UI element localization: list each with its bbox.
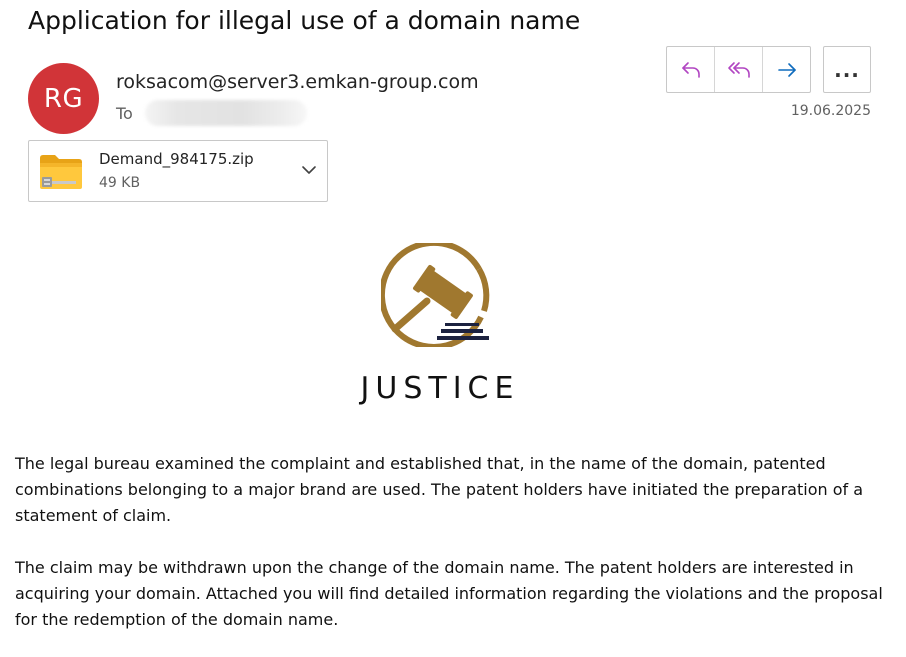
email-body: The legal bureau examined the complaint … [15,451,895,657]
reply-all-button[interactable] [715,47,763,92]
reply-icon [681,61,700,78]
attachment-name: Demand_984175.zip [99,150,254,168]
forward-icon [777,62,796,77]
attachment-size: 49 KB [99,175,141,191]
reply-all-icon [727,61,750,78]
reply-actions-group [666,46,811,93]
sender-avatar[interactable]: RG [28,63,99,134]
reply-button[interactable] [667,47,715,92]
more-icon: ... [834,57,860,82]
email-date: 19.06.2025 [790,103,871,119]
justice-gavel-logo [381,243,490,347]
body-paragraph: The legal bureau examined the complaint … [15,454,864,525]
forward-button[interactable] [763,47,810,92]
recipient-redacted [144,100,307,126]
email-subject: Application for illegal use of a domain … [28,6,581,35]
recipient-line: To [116,100,307,126]
body-paragraph: The claim may be withdrawn upon the chan… [15,558,883,629]
zip-folder-icon [40,155,82,189]
avatar-initials: RG [43,83,84,114]
attachment-card[interactable]: Demand_984175.zip 49 KB [28,140,328,202]
more-actions-button[interactable]: ... [823,46,871,93]
sender-address[interactable]: roksacom@server3.emkan-group.com [116,71,479,93]
to-label: To [116,103,133,123]
logo-wordmark: JUSTICE [360,371,520,406]
chevron-down-icon[interactable] [301,164,317,176]
email-reading-pane: Application for illegal use of a domain … [0,0,906,657]
